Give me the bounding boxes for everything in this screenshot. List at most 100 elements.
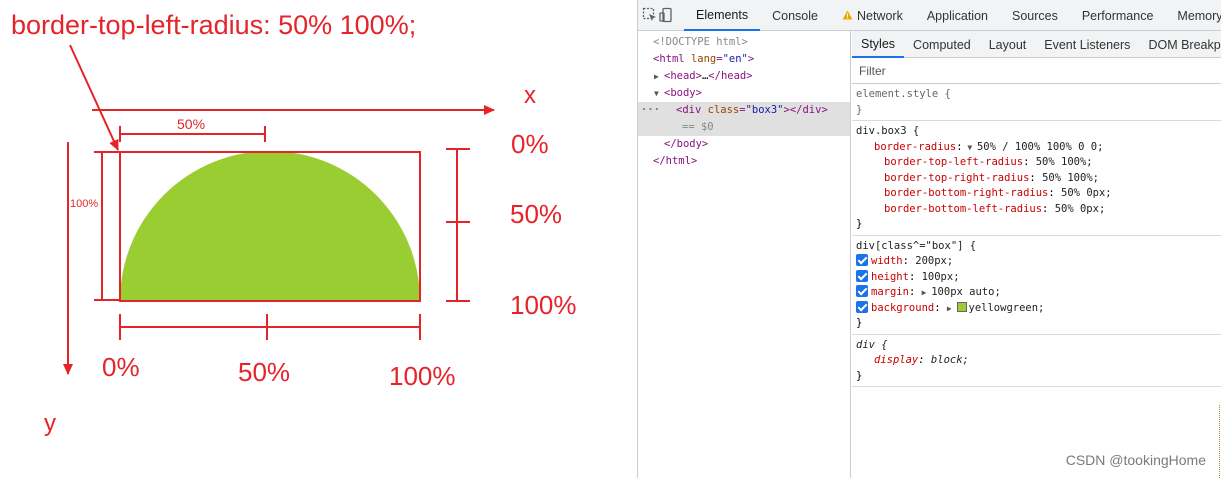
prop-value: 50% 100%;	[1042, 171, 1099, 184]
enable-checkbox[interactable]	[856, 285, 868, 297]
tab-console[interactable]: Console	[760, 0, 830, 31]
dom-tree: <!DOCTYPE html> <html lang="en"> ▶ <head>…	[638, 31, 851, 478]
dom-html-close[interactable]: </html>	[638, 153, 850, 170]
selected-node-marker: == $0	[682, 121, 714, 133]
decl-longhand[interactable]: border-top-right-radius: 50% 100%;	[856, 171, 1218, 187]
rule-div-box3: div.box3 { border-radius: ▼ 50% / 100% 1…	[852, 121, 1221, 236]
tab-memory[interactable]: Memory	[1165, 0, 1221, 31]
prop-value: 50% 0px;	[1061, 187, 1112, 199]
tab-event-listeners[interactable]: Event Listeners	[1035, 31, 1139, 58]
tab-computed[interactable]: Computed	[904, 31, 980, 58]
y-axis-label: y	[44, 410, 56, 437]
inspect-icon[interactable]	[642, 0, 658, 30]
styles-tabbar: Styles Computed Layout Event Listeners D…	[852, 31, 1221, 58]
right-label-0: 0%	[511, 129, 549, 159]
decl-margin[interactable]: margin: ▶ 100px auto;	[856, 285, 1218, 301]
prop-value: 100px;	[921, 270, 960, 283]
rule-close: }	[856, 218, 863, 230]
tab-performance[interactable]: Performance	[1070, 0, 1166, 31]
tab-sources[interactable]: Sources	[1000, 0, 1070, 31]
tab-application[interactable]: Application	[915, 0, 1000, 31]
expand-triangle-icon[interactable]: ▶	[947, 304, 957, 313]
prop-value: 50% 100%;	[1035, 156, 1093, 168]
rule-close: }	[856, 317, 863, 329]
rule-div-box-prefix: div[class^="box"] { width: 200px; height…	[852, 236, 1221, 335]
head-close-tag-name: head	[720, 70, 747, 82]
enable-checkbox[interactable]	[856, 300, 868, 313]
prop-value: block;	[930, 354, 969, 366]
width-mark-label: 50%	[177, 116, 206, 132]
body-tag-name: body	[670, 87, 696, 99]
enable-checkbox[interactable]	[856, 269, 868, 282]
decl-border-radius[interactable]: border-radius: ▼ 50% / 100% 100% 0 0;	[856, 140, 1218, 156]
expand-triangle-icon[interactable]: ▶	[654, 68, 664, 85]
doctype-text: <!DOCTYPE html>	[653, 36, 748, 48]
dom-div-node-selected[interactable]: ··· <div class="box3"></div> == $0	[638, 102, 850, 136]
collapse-triangle-icon[interactable]: ▼	[963, 143, 977, 152]
right-label-100: 100%	[510, 290, 577, 320]
div-attr-name: class	[707, 104, 740, 116]
decl-width[interactable]: width: 200px;	[856, 254, 1218, 270]
decl-longhand[interactable]: border-top-left-radius: 50% 100%;	[856, 155, 1218, 171]
decl-background[interactable]: background: ▶ yellowgreen;	[856, 300, 1218, 317]
prop-name: margin	[871, 286, 909, 298]
html-attr-name: lang	[690, 53, 717, 65]
device-toggle-icon[interactable]	[658, 0, 674, 30]
prop-name: border-bottom-right-radius	[884, 187, 1049, 199]
prop-name: background	[871, 301, 935, 314]
styles-pane: Styles Computed Layout Event Listeners D…	[852, 31, 1221, 478]
collapse-triangle-icon[interactable]: ▼	[654, 85, 664, 102]
bottom-label-100: 100%	[389, 361, 456, 391]
prop-value: 100px auto;	[931, 286, 1001, 298]
rule-selector[interactable]: div {	[856, 338, 1218, 354]
decl-longhand[interactable]: border-bottom-right-radius: 50% 0px;	[856, 186, 1218, 202]
tab-dom-breakpoints[interactable]: DOM Breakpoints	[1139, 31, 1221, 58]
prop-name: height	[871, 270, 909, 283]
decl-longhand[interactable]: border-bottom-left-radius: 50% 0px;	[856, 202, 1218, 218]
dom-body-node[interactable]: ▼ <body>	[638, 85, 850, 102]
div-tag-name: div	[682, 104, 702, 116]
rule-selector[interactable]: div.box3 {	[856, 124, 1218, 140]
dom-body-close[interactable]: </body>	[638, 136, 850, 153]
tab-styles[interactable]: Styles	[852, 31, 905, 58]
prop-name: display	[874, 354, 919, 366]
tab-elements[interactable]: Elements	[684, 0, 761, 31]
semicircle-shape	[120, 151, 420, 301]
tab-network-label: Network	[856, 8, 903, 23]
tab-network[interactable]: Network	[830, 0, 915, 31]
rule-selector[interactable]: element.style {	[856, 87, 1218, 103]
dom-head-node[interactable]: ▶ <head>…</head>	[638, 68, 850, 85]
prop-name: border-bottom-left-radius	[884, 202, 1043, 215]
dom-html-node[interactable]: <html lang="en">	[638, 51, 850, 68]
more-options-icon[interactable]: ···	[641, 102, 660, 119]
filter-input[interactable]: Filter	[852, 58, 1221, 84]
prop-value: 50% / 100% 100% 0 0;	[976, 140, 1104, 153]
html-close-text: </html>	[653, 155, 698, 167]
rule-close: }	[856, 369, 863, 382]
height-mark-label: 100%	[70, 198, 99, 210]
rule-element-style: element.style { }	[852, 84, 1221, 121]
prop-value: 200px;	[915, 255, 954, 267]
div-attr-value: "box3"	[745, 104, 784, 116]
color-swatch-icon[interactable]	[956, 301, 967, 312]
decl-height[interactable]: height: 100px;	[856, 269, 1218, 286]
devtools-panel: Elements Console Network Application Sou…	[637, 0, 1221, 478]
enable-checkbox[interactable]	[856, 254, 868, 266]
div-close-tag-name: div	[802, 104, 822, 116]
x-axis-label: x	[524, 82, 536, 109]
dom-doctype[interactable]: <!DOCTYPE html>	[638, 34, 850, 51]
rule-selector[interactable]: div[class^="box"] {	[856, 239, 1218, 255]
prop-value: yellowgreen;	[968, 301, 1045, 314]
diagram-title: border-top-left-radius: 50% 100%;	[11, 10, 417, 40]
diagram-panel: border-top-left-radius: 50% 100%; x y 50…	[0, 0, 637, 478]
prop-name: border-top-left-radius	[884, 156, 1024, 168]
expand-triangle-icon[interactable]: ▶	[922, 288, 932, 297]
decl-display: display: block;	[874, 354, 969, 366]
watermark: CSDN @tookingHome	[1065, 452, 1206, 468]
prop-value: 50% 0px;	[1054, 202, 1106, 215]
right-label-50: 50%	[510, 199, 563, 229]
title-pointer-arrow	[69, 44, 119, 151]
html-tag-name: html	[659, 53, 685, 65]
html-attr-value: "en"	[722, 53, 748, 65]
tab-layout[interactable]: Layout	[980, 31, 1036, 58]
